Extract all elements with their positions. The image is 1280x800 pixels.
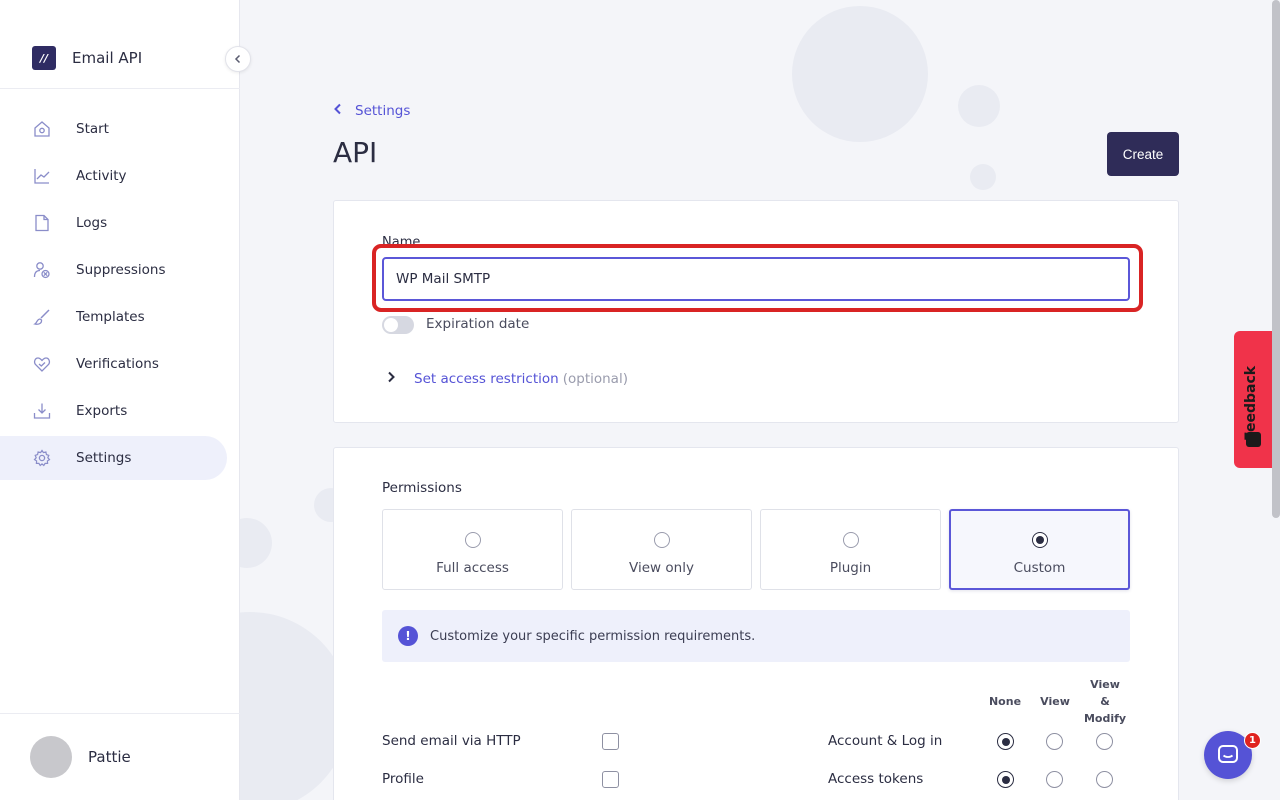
brand-name: Email API [72,49,143,67]
sidebar-item-label: Verifications [76,356,159,372]
download-icon [32,401,52,421]
permission-option-label: Plugin [829,560,872,576]
column-header-text: View [1090,678,1120,691]
user-profile[interactable]: Pattie [30,736,131,778]
column-header-text: Modify [1083,712,1127,725]
sidebar-item-exports[interactable]: Exports [0,389,227,433]
info-banner: ! Customize your specific permission req… [382,610,1130,662]
sidebar-item-settings[interactable]: Settings [0,436,227,480]
home-icon [32,119,52,139]
sidebar-item-templates[interactable]: Templates [0,295,227,339]
breadcrumb[interactable]: Settings [333,103,410,119]
divider [0,88,240,89]
sidebar-item-label: Start [76,121,109,137]
decorative-circle [958,85,1000,127]
permissions-title: Permissions [382,480,462,496]
sidebar-item-start[interactable]: Start [0,107,227,151]
optional-hint: (optional) [562,371,628,387]
activity-chart-icon [32,166,52,186]
access-tokens-modify-radio[interactable] [1096,771,1113,788]
profile-checkbox[interactable] [602,771,619,788]
breadcrumb-settings-link[interactable]: Settings [355,103,410,119]
access-tokens-view-radio[interactable] [1046,771,1063,788]
feedback-label: Feedback [1243,365,1259,441]
avatar [30,736,72,778]
permission-row-label: Access tokens [828,771,924,787]
decorative-circle [792,6,928,142]
document-icon [32,213,52,233]
page-title: API [333,136,378,169]
expiration-label: Expiration date [426,316,530,332]
permission-option-label: View only [629,560,694,576]
sidebar-item-label: Templates [76,309,145,325]
create-button[interactable]: Create [1107,132,1179,176]
sidebar-item-label: Activity [76,168,127,184]
brush-icon [32,307,52,327]
account-login-none-radio[interactable] [997,733,1014,750]
highlight-annotation [372,244,1143,312]
radio-button[interactable] [842,532,859,548]
decorative-circle [970,164,996,190]
chevron-left-icon [234,54,241,64]
permission-row-label: Profile [382,771,424,787]
permission-option-view-only[interactable]: View only [571,509,752,590]
sidebar: // Email API Start Activity Logs Suppres… [0,0,240,800]
brand-logo-icon: // [32,46,56,70]
feedback-icon [1246,432,1261,447]
feedback-tab[interactable]: Feedback [1234,331,1274,468]
sidebar-item-suppressions[interactable]: Suppressions [0,248,227,292]
collapse-sidebar-button[interactable] [225,46,251,72]
account-login-view-radio[interactable] [1046,733,1063,750]
radio-button-selected[interactable] [1031,532,1048,548]
column-header-view: View [1040,695,1070,708]
column-header-none: None [988,695,1022,708]
notification-badge: 1 [1244,732,1261,749]
access-restriction-row[interactable]: Set access restriction (optional) [386,371,628,387]
info-text: Customize your specific permission requi… [430,628,756,644]
sidebar-item-label: Logs [76,215,108,231]
chat-icon [1218,745,1238,763]
info-icon: ! [398,626,418,646]
permission-option-label: Custom [1013,560,1066,576]
sidebar-item-label: Settings [76,450,132,466]
permission-option-custom[interactable]: Custom [949,509,1130,590]
sidebar-item-verifications[interactable]: Verifications [0,342,227,386]
sidebar-nav: Start Activity Logs Suppressions Templat… [0,107,240,483]
brand[interactable]: // Email API [32,46,142,70]
column-header-text: & [1100,695,1110,708]
sidebar-item-activity[interactable]: Activity [0,154,227,198]
sidebar-item-label: Exports [76,403,128,419]
toggle-knob [384,318,398,332]
column-header-view-modify: View & Modify [1080,676,1130,727]
account-login-modify-radio[interactable] [1096,733,1113,750]
divider [0,713,240,714]
user-block-icon [32,260,52,280]
chevron-right-icon [386,371,414,387]
sidebar-item-logs[interactable]: Logs [0,201,227,245]
access-tokens-none-radio[interactable] [997,771,1014,788]
send-email-http-checkbox[interactable] [602,733,619,750]
permission-row-label: Account & Log in [828,733,943,749]
chevron-left-icon [333,103,343,119]
radio-button[interactable] [464,532,481,548]
gear-icon [32,448,52,468]
permission-row-label: Send email via HTTP [382,733,521,749]
permission-option-full-access[interactable]: Full access [382,509,563,590]
heart-check-icon [32,354,52,374]
scrollbar[interactable] [1272,0,1280,518]
permission-option-label: Full access [436,560,509,576]
expiration-toggle[interactable] [382,316,414,334]
permission-option-plugin[interactable]: Plugin [760,509,941,590]
access-restriction-link[interactable]: Set access restriction [414,371,559,387]
user-name: Pattie [88,748,131,766]
radio-button[interactable] [653,532,670,548]
sidebar-item-label: Suppressions [76,262,166,278]
